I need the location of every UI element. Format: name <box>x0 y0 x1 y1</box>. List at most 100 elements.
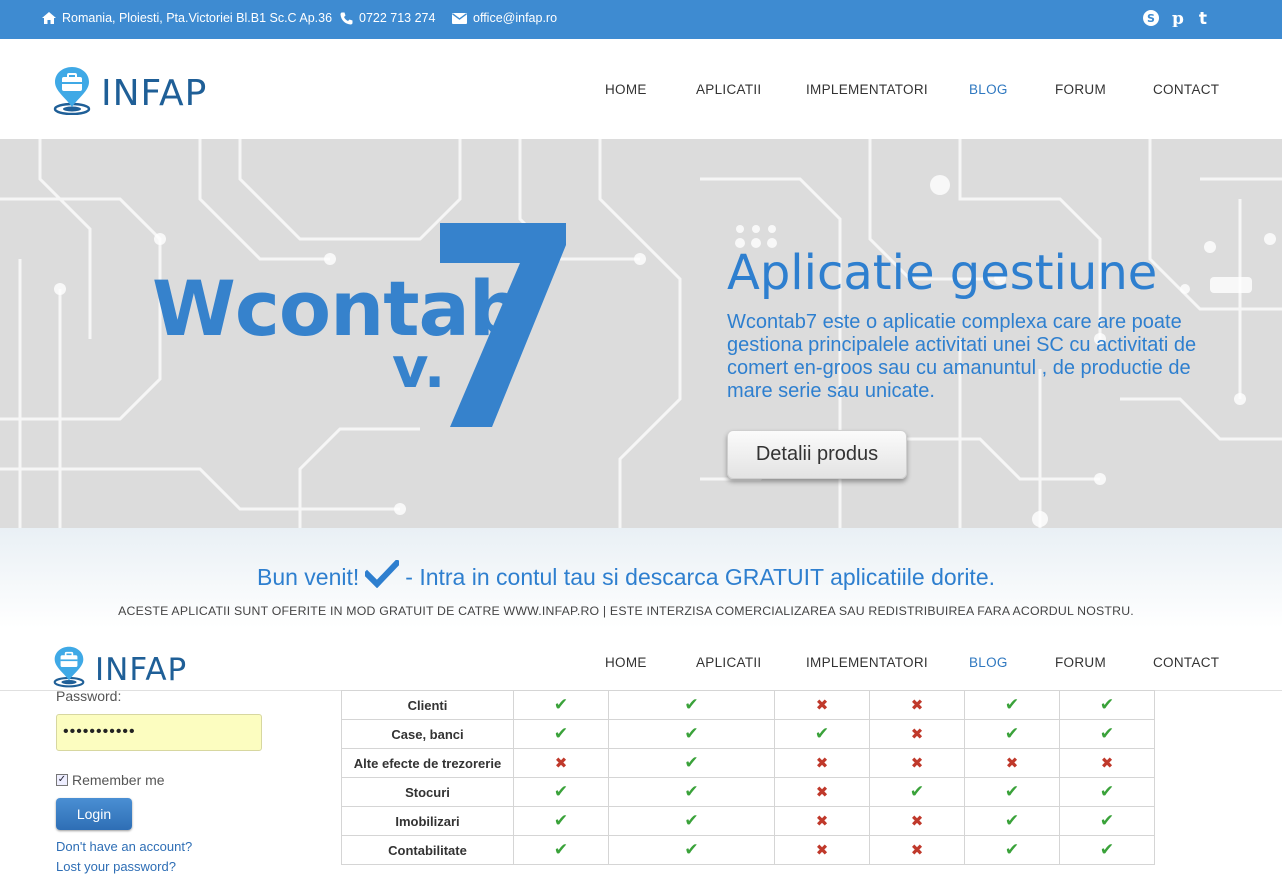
check-icon: ✔ <box>513 806 609 836</box>
address-item: Romania, Ploiesti, Pta.Victoriei Bl.B1 S… <box>42 11 332 25</box>
svg-text:S: S <box>1147 12 1155 25</box>
pinterest-icon[interactable]: p <box>1170 9 1186 27</box>
cross-icon: ✖ <box>869 748 965 778</box>
password-label: Password: <box>56 688 122 704</box>
check-icon: ✔ <box>1059 777 1155 807</box>
check-icon: ✔ <box>513 777 609 807</box>
nav-forum[interactable]: FORUM <box>1055 82 1106 97</box>
nav-home[interactable]: HOME <box>605 82 647 97</box>
features-table: Clienti ✔ ✔ ✖ ✖ ✔ ✔ Case, banci ✔ ✔ ✔ ✖ ✔ ✔ Alte efect… <box>341 690 1155 865</box>
check-icon: ✔ <box>964 690 1060 720</box>
lost-password-link[interactable]: Lost your password? <box>56 859 176 874</box>
remember-label: Remember me <box>72 772 165 788</box>
address-text: Romania, Ploiesti, Pta.Victoriei Bl.B1 S… <box>62 11 333 25</box>
welcome-lead: Bun venit! <box>256 563 360 590</box>
login-form: Password: ••••••••••• ✓ Remember me Logi… <box>56 688 276 874</box>
row-label: Contabilitate <box>341 835 514 865</box>
hero-slider: Wcontab v. Aplicatie gestiune Wcontab7 e… <box>0 139 1282 528</box>
check-icon: ✔ <box>964 806 1060 836</box>
table-row: Contabilitate ✔ ✔ ✖ ✖ ✔ ✔ <box>341 835 1155 865</box>
logo-text: INFAP <box>101 73 208 114</box>
product-details-button[interactable]: Detalii produs <box>727 430 907 479</box>
row-label: Clienti <box>341 690 514 720</box>
check-icon: ✔ <box>608 719 775 749</box>
check-icon: ✔ <box>964 777 1060 807</box>
check-icon: ✔ <box>964 835 1060 865</box>
check-icon: ✔ <box>1059 806 1155 836</box>
phone-text: 0722 713 274 <box>359 11 436 25</box>
cross-icon: ✖ <box>513 748 609 778</box>
hero-description: Wcontab7 este o aplicatie complexa care … <box>727 311 1197 402</box>
site-logo[interactable]: INFAP <box>53 67 207 120</box>
remember-me[interactable]: ✓ Remember me <box>56 772 165 788</box>
check-icon: ✔ <box>1059 719 1155 749</box>
briefcase-pin-icon <box>53 646 85 693</box>
sticky-logo[interactable]: INFAP <box>53 646 187 693</box>
row-label: Alte efecte de trezorerie <box>341 748 514 778</box>
table-row: Clienti ✔ ✔ ✖ ✖ ✔ ✔ <box>341 690 1155 720</box>
logo-text: INFAP <box>95 651 188 688</box>
check-icon: ✔ <box>774 719 870 749</box>
nav-implementatori[interactable]: IMPLEMENTATORI <box>806 82 928 97</box>
hero-title: Aplicatie gestiune <box>727 245 1158 301</box>
password-field[interactable]: ••••••••••• <box>56 714 262 751</box>
check-icon: ✔ <box>608 690 775 720</box>
tumblr-icon[interactable]: t <box>1196 9 1210 27</box>
welcome-message: Bun venit! - Intra in contul tau si desc… <box>0 558 1252 594</box>
cross-icon: ✖ <box>774 806 870 836</box>
sticky-header: INFAP HOME APLICATII IMPLEMENTATORI BLOG… <box>0 640 1282 691</box>
nav-implementatori[interactable]: IMPLEMENTATORI <box>806 655 928 670</box>
version-seven-graphic <box>440 223 566 427</box>
nav-blog[interactable]: BLOG <box>969 655 1008 670</box>
skype-icon[interactable]: S <box>1142 9 1160 27</box>
remember-checkbox[interactable]: ✓ <box>56 774 68 786</box>
welcome-text: - Intra in contul tau si descarca GRATUI… <box>405 563 996 590</box>
cross-icon: ✖ <box>774 748 870 778</box>
check-icon: ✔ <box>608 835 775 865</box>
row-label: Imobilizari <box>341 806 514 836</box>
nav-blog[interactable]: BLOG <box>969 82 1008 97</box>
cross-icon: ✖ <box>774 690 870 720</box>
check-icon: ✔ <box>608 806 775 836</box>
check-icon: ✔ <box>513 690 609 720</box>
nav-aplicatii[interactable]: APLICATII <box>696 82 761 97</box>
briefcase-pin-icon <box>53 67 91 120</box>
check-icon: ✔ <box>1059 690 1155 720</box>
nav-forum[interactable]: FORUM <box>1055 655 1106 670</box>
envelope-icon <box>452 12 467 24</box>
nav-contact[interactable]: CONTACT <box>1153 655 1219 670</box>
checkmark-icon <box>363 558 402 594</box>
email-item[interactable]: office@infap.ro <box>452 11 557 25</box>
table-row: Imobilizari ✔ ✔ ✖ ✖ ✔ ✔ <box>341 806 1155 836</box>
check-icon: ✔ <box>1059 835 1155 865</box>
row-label: Case, banci <box>341 719 514 749</box>
cross-icon: ✖ <box>964 748 1060 778</box>
check-icon: ✔ <box>513 835 609 865</box>
cross-icon: ✖ <box>774 777 870 807</box>
table-row: Alte efecte de trezorerie ✖ ✔ ✖ ✖ ✖ ✖ <box>341 748 1155 778</box>
site-header: INFAP HOME APLICATII IMPLEMENTATORI BLOG… <box>0 39 1282 139</box>
cross-icon: ✖ <box>869 719 965 749</box>
check-icon: ✔ <box>869 777 965 807</box>
phone-icon <box>340 12 353 25</box>
table-row: Case, banci ✔ ✔ ✔ ✖ ✔ ✔ <box>341 719 1155 749</box>
login-button[interactable]: Login <box>56 798 132 830</box>
check-icon: ✔ <box>608 748 775 778</box>
check-icon: ✔ <box>608 777 775 807</box>
table-row: Stocuri ✔ ✔ ✖ ✔ ✔ ✔ <box>341 777 1155 807</box>
email-text[interactable]: office@infap.ro <box>473 11 557 25</box>
cross-icon: ✖ <box>869 835 965 865</box>
register-link[interactable]: Don't have an account? <box>56 839 192 854</box>
phone-item: 0722 713 274 <box>340 11 435 25</box>
home-icon <box>42 12 56 24</box>
cross-icon: ✖ <box>1059 748 1155 778</box>
cross-icon: ✖ <box>774 835 870 865</box>
cross-icon: ✖ <box>869 806 965 836</box>
row-label: Stocuri <box>341 777 514 807</box>
usage-notice: ACESTE APLICATII SUNT OFERITE IN MOD GRA… <box>118 604 1134 618</box>
check-icon: ✔ <box>964 719 1060 749</box>
nav-contact[interactable]: CONTACT <box>1153 82 1219 97</box>
nav-home[interactable]: HOME <box>605 655 647 670</box>
nav-aplicatii[interactable]: APLICATII <box>696 655 761 670</box>
social-links: S p t <box>1142 9 1210 27</box>
